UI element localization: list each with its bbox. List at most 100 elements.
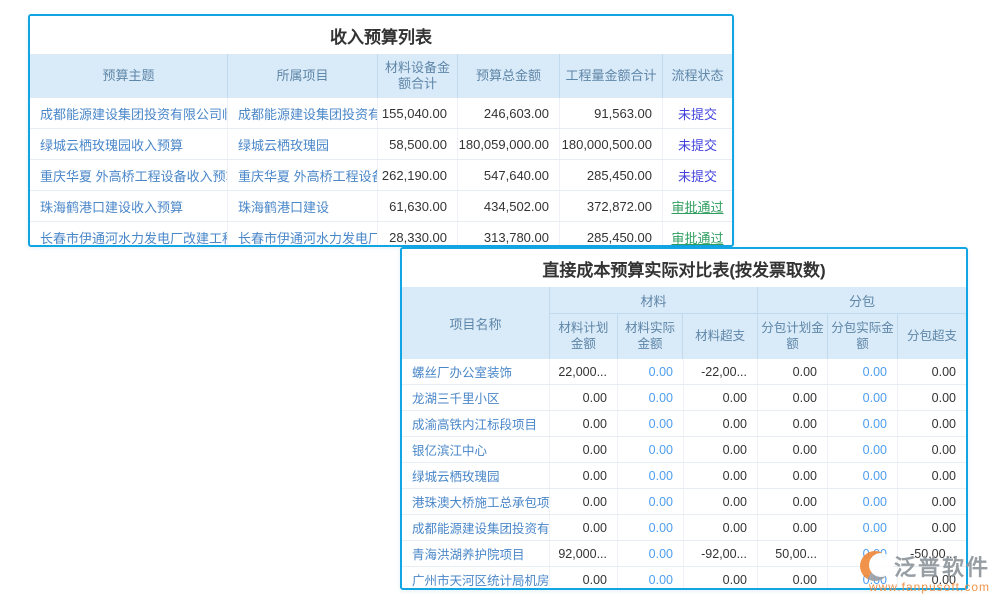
- cell-value: 0.00: [758, 385, 828, 410]
- cell-budget-total: 434,502.00: [458, 191, 560, 221]
- cell-value: 92,000...: [550, 541, 618, 566]
- column-header-project-name: 项目名称: [402, 287, 550, 359]
- cell-value: -92,00...: [684, 541, 758, 566]
- cell-project[interactable]: 珠海鹤港口建设: [228, 191, 378, 221]
- cell-status[interactable]: 未提交: [663, 98, 732, 128]
- cell-value[interactable]: 0.00: [618, 359, 684, 384]
- cell-value[interactable]: 0.00: [828, 437, 898, 462]
- watermark-brand: 泛普软件: [894, 550, 990, 582]
- column-header-subcontract-actual: 分包实际金额: [828, 314, 898, 359]
- cell-value[interactable]: 0.00: [618, 515, 684, 540]
- cell-subject[interactable]: 绿城云栖玫瑰园收入预算: [30, 129, 228, 159]
- cell-value: 0.00: [684, 411, 758, 436]
- column-header-material-equipment-total: 材料设备金额合计: [378, 54, 458, 98]
- cell-value: 0.00: [898, 463, 966, 488]
- column-group-material: 材料 材料计划金额 材料实际金额 材料超支: [550, 287, 758, 359]
- cell-value[interactable]: 0.00: [618, 437, 684, 462]
- cell-value: 0.00: [550, 437, 618, 462]
- cell-value: 0.00: [898, 359, 966, 384]
- cell-subject[interactable]: 成都能源建设集团投资有限公司临...: [30, 98, 228, 128]
- cell-project[interactable]: 绿城云栖玫瑰园: [228, 129, 378, 159]
- cell-quantity-total: 91,563.00: [560, 98, 663, 128]
- cell-value: 0.00: [684, 515, 758, 540]
- compare-table-row: 绿城云栖玫瑰园0.000.000.000.000.000.00: [402, 463, 966, 489]
- column-header-material-actual: 材料实际金额: [618, 314, 684, 359]
- compare-table-row: 成渝高铁内江标段项目0.000.000.000.000.000.00: [402, 411, 966, 437]
- income-table-row: 长春市伊通河水力发电厂改建工程...长春市伊通河水力发电厂...28,330.0…: [30, 222, 732, 247]
- column-header-subject: 预算主题: [30, 54, 228, 98]
- cell-value: 0.00: [898, 489, 966, 514]
- cell-value: 0.00: [758, 411, 828, 436]
- cell-project-name[interactable]: 广州市天河区统计局机房改造: [402, 567, 550, 590]
- column-header-subcontract-over: 分包超支: [898, 314, 966, 359]
- cell-material-equipment-total: 28,330.00: [378, 222, 458, 247]
- cell-material-equipment-total: 262,190.00: [378, 160, 458, 190]
- cell-value[interactable]: 0.00: [828, 385, 898, 410]
- income-table-header: 预算主题 所属项目 材料设备金额合计 预算总金额 工程量金额合计 流程状态: [30, 54, 732, 98]
- cost-compare-table: 直接成本预算实际对比表(按发票取数) 项目名称 材料 材料计划金额 材料实际金额…: [400, 247, 968, 590]
- cell-project[interactable]: 重庆华夏 外高桥工程设备: [228, 160, 378, 190]
- cell-value: 0.00: [684, 489, 758, 514]
- cell-value[interactable]: 0.00: [828, 359, 898, 384]
- cell-value: 0.00: [758, 463, 828, 488]
- column-header-budget-total: 预算总金额: [458, 54, 560, 98]
- cell-value: 0.00: [550, 489, 618, 514]
- cell-project-name[interactable]: 银亿滨江中心: [402, 437, 550, 462]
- cell-quantity-total: 285,450.00: [560, 160, 663, 190]
- workspace: 收入预算列表 预算主题 所属项目 材料设备金额合计 预算总金额 工程量金额合计 …: [0, 0, 1000, 600]
- cell-project-name[interactable]: 龙湖三千里小区: [402, 385, 550, 410]
- cell-value: 0.00: [898, 385, 966, 410]
- cell-value: 0.00: [898, 515, 966, 540]
- cell-value[interactable]: 0.00: [828, 463, 898, 488]
- cell-subject[interactable]: 长春市伊通河水力发电厂改建工程...: [30, 222, 228, 247]
- cell-project-name[interactable]: 成渝高铁内江标段项目: [402, 411, 550, 436]
- compare-table-header: 项目名称 材料 材料计划金额 材料实际金额 材料超支 分包 分包计划金额 分包实…: [402, 287, 966, 359]
- cell-value[interactable]: 0.00: [618, 463, 684, 488]
- cell-value: 50,00...: [758, 541, 828, 566]
- cell-value[interactable]: 0.00: [618, 489, 684, 514]
- cell-project-name[interactable]: 成都能源建设集团投资有限公司: [402, 515, 550, 540]
- watermark: 泛普软件 www.fanpusoft.com: [860, 550, 990, 594]
- compare-table-row: 螺丝厂办公室装饰22,000...0.00-22,00...0.000.000.…: [402, 359, 966, 385]
- cell-project-name[interactable]: 青海洪湖养护院项目: [402, 541, 550, 566]
- cell-project-name[interactable]: 螺丝厂办公室装饰: [402, 359, 550, 384]
- income-table-body: 成都能源建设集团投资有限公司临...成都能源建设集团投资有...155,040.…: [30, 98, 732, 247]
- compare-table-title: 直接成本预算实际对比表(按发票取数): [402, 249, 966, 287]
- column-header-quantity-total: 工程量金额合计: [560, 54, 663, 98]
- cell-quantity-total: 372,872.00: [560, 191, 663, 221]
- compare-table-row: 龙湖三千里小区0.000.000.000.000.000.00: [402, 385, 966, 411]
- cell-budget-total: 180,059,000.00: [458, 129, 560, 159]
- cell-project[interactable]: 长春市伊通河水力发电厂...: [228, 222, 378, 247]
- cell-value[interactable]: 0.00: [618, 385, 684, 410]
- cell-value[interactable]: 0.00: [828, 411, 898, 436]
- cell-subject[interactable]: 珠海鹤港口建设收入预算: [30, 191, 228, 221]
- cell-value: 0.00: [758, 437, 828, 462]
- cell-value[interactable]: 0.00: [828, 515, 898, 540]
- income-table-row: 珠海鹤港口建设收入预算珠海鹤港口建设61,630.00434,502.00372…: [30, 191, 732, 222]
- cell-value: 0.00: [758, 515, 828, 540]
- cell-status[interactable]: 未提交: [663, 129, 732, 159]
- column-header-subcontract-plan: 分包计划金额: [758, 314, 828, 359]
- group-label-material: 材料: [550, 287, 757, 314]
- cell-subject[interactable]: 重庆华夏 外高桥工程设备收入预算: [30, 160, 228, 190]
- cell-value: 0.00: [550, 515, 618, 540]
- cell-value: 0.00: [550, 411, 618, 436]
- cell-status[interactable]: 未提交: [663, 160, 732, 190]
- cell-value[interactable]: 0.00: [618, 541, 684, 566]
- column-header-status: 流程状态: [663, 54, 732, 98]
- cell-project-name[interactable]: 港珠澳大桥施工总承包项目: [402, 489, 550, 514]
- cell-value: 0.00: [758, 489, 828, 514]
- cell-value[interactable]: 0.00: [618, 411, 684, 436]
- cell-value: 0.00: [550, 567, 618, 590]
- cell-status[interactable]: 审批通过: [663, 191, 732, 221]
- cell-value[interactable]: 0.00: [828, 489, 898, 514]
- cell-quantity-total: 180,000,500.00: [560, 129, 663, 159]
- cell-status[interactable]: 审批通过: [663, 222, 732, 247]
- column-header-material-over: 材料超支: [683, 314, 757, 359]
- cell-project-name[interactable]: 绿城云栖玫瑰园: [402, 463, 550, 488]
- cell-value: 0.00: [684, 567, 758, 590]
- cell-value[interactable]: 0.00: [618, 567, 684, 590]
- cell-project[interactable]: 成都能源建设集团投资有...: [228, 98, 378, 128]
- fanpu-logo-icon: [860, 551, 890, 581]
- column-group-subcontract: 分包 分包计划金额 分包实际金额 分包超支: [758, 287, 966, 359]
